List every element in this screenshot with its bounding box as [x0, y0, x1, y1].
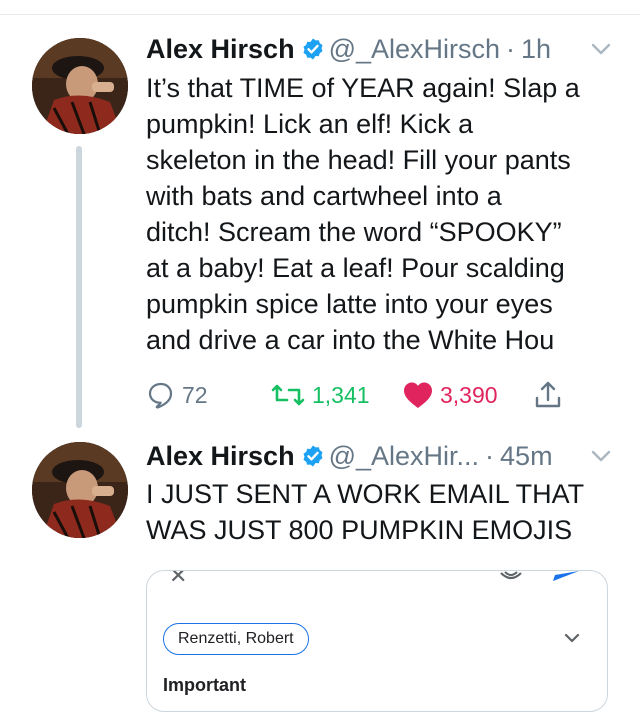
share-icon	[535, 381, 561, 408]
retweet-button[interactable]: 1,341	[270, 380, 370, 410]
tweet-text-line: ditch! Scream the word “SPOOKY”	[146, 217, 562, 247]
verified-badge-icon	[303, 38, 323, 60]
tweet-text-line: pumpkin spice latte into your eyes	[146, 289, 553, 319]
retweet-icon	[271, 384, 305, 406]
handle[interactable]: @_AlexHirsch	[329, 34, 500, 64]
retweet-count: 1,341	[312, 381, 370, 408]
thread-line	[76, 146, 82, 428]
tweet-text-line: pumpkin! Lick an elf! Kick a	[146, 109, 474, 139]
tweet-text-line: It’s that TIME of YEAR again! Slap a	[146, 73, 580, 103]
handle[interactable]: @_AlexHir...	[329, 441, 479, 471]
heart-icon	[404, 382, 432, 408]
tweet-text: It’s that TIME of YEAR again! Slap a pum…	[146, 70, 616, 358]
display-name[interactable]: Alex Hirsch	[146, 441, 295, 471]
tweet-text-line: and drive a car into the White Hou	[146, 325, 555, 355]
reply-count: 72	[182, 381, 208, 408]
tweet-header: Alex Hirsch @_AlexHir... · 45m	[146, 441, 614, 471]
reply-button[interactable]: 72	[146, 380, 208, 410]
tweet-text-line: at a baby! Eat a leaf! Pour scalding	[146, 253, 565, 283]
timestamp[interactable]: 45m	[500, 441, 553, 471]
tweet-text-line: with bats and cartwheel into a	[146, 181, 502, 211]
chevron-down-icon	[564, 633, 580, 643]
tweet-text-line: WAS JUST 800 PUMPKIN EMOJIS	[146, 515, 573, 545]
share-button[interactable]	[534, 380, 568, 410]
avatar[interactable]	[32, 38, 128, 134]
separator-dot: ·	[485, 441, 495, 471]
display-name[interactable]: Alex Hirsch	[146, 34, 295, 64]
tweet-header: Alex Hirsch @_AlexHirsch · 1h	[146, 34, 614, 64]
separator-dot: ·	[506, 34, 516, 64]
like-button[interactable]: 3,390	[402, 380, 498, 410]
send-icon	[553, 571, 579, 581]
chevron-down-icon[interactable]	[588, 443, 614, 469]
chevron-down-icon[interactable]	[588, 36, 614, 62]
close-icon: ✕	[169, 570, 188, 588]
tweet-text-line: skeleton in the head! Fill your pants	[146, 145, 571, 175]
recipient-chip: Renzetti, Robert	[163, 623, 309, 655]
tweet-text-line: I JUST SENT A WORK EMAIL THAT	[146, 479, 585, 509]
reply-icon	[148, 382, 173, 409]
paperclip-icon	[500, 571, 522, 580]
tweet-actions: 72 1,341 3,390	[146, 380, 576, 412]
like-count: 3,390	[440, 381, 498, 408]
partial-label: Important	[163, 675, 246, 695]
verified-badge-icon	[303, 445, 323, 467]
avatar[interactable]	[32, 442, 128, 538]
media-card[interactable]: ✕ Renzetti, Robert Important	[146, 570, 608, 712]
tweet-text: I JUST SENT A WORK EMAIL THAT WAS JUST 8…	[146, 476, 616, 548]
timestamp[interactable]: 1h	[521, 34, 551, 64]
tweet-1[interactable]: Alex Hirsch @_AlexHirsch · 1h It’s that TIM…	[0, 0, 640, 428]
